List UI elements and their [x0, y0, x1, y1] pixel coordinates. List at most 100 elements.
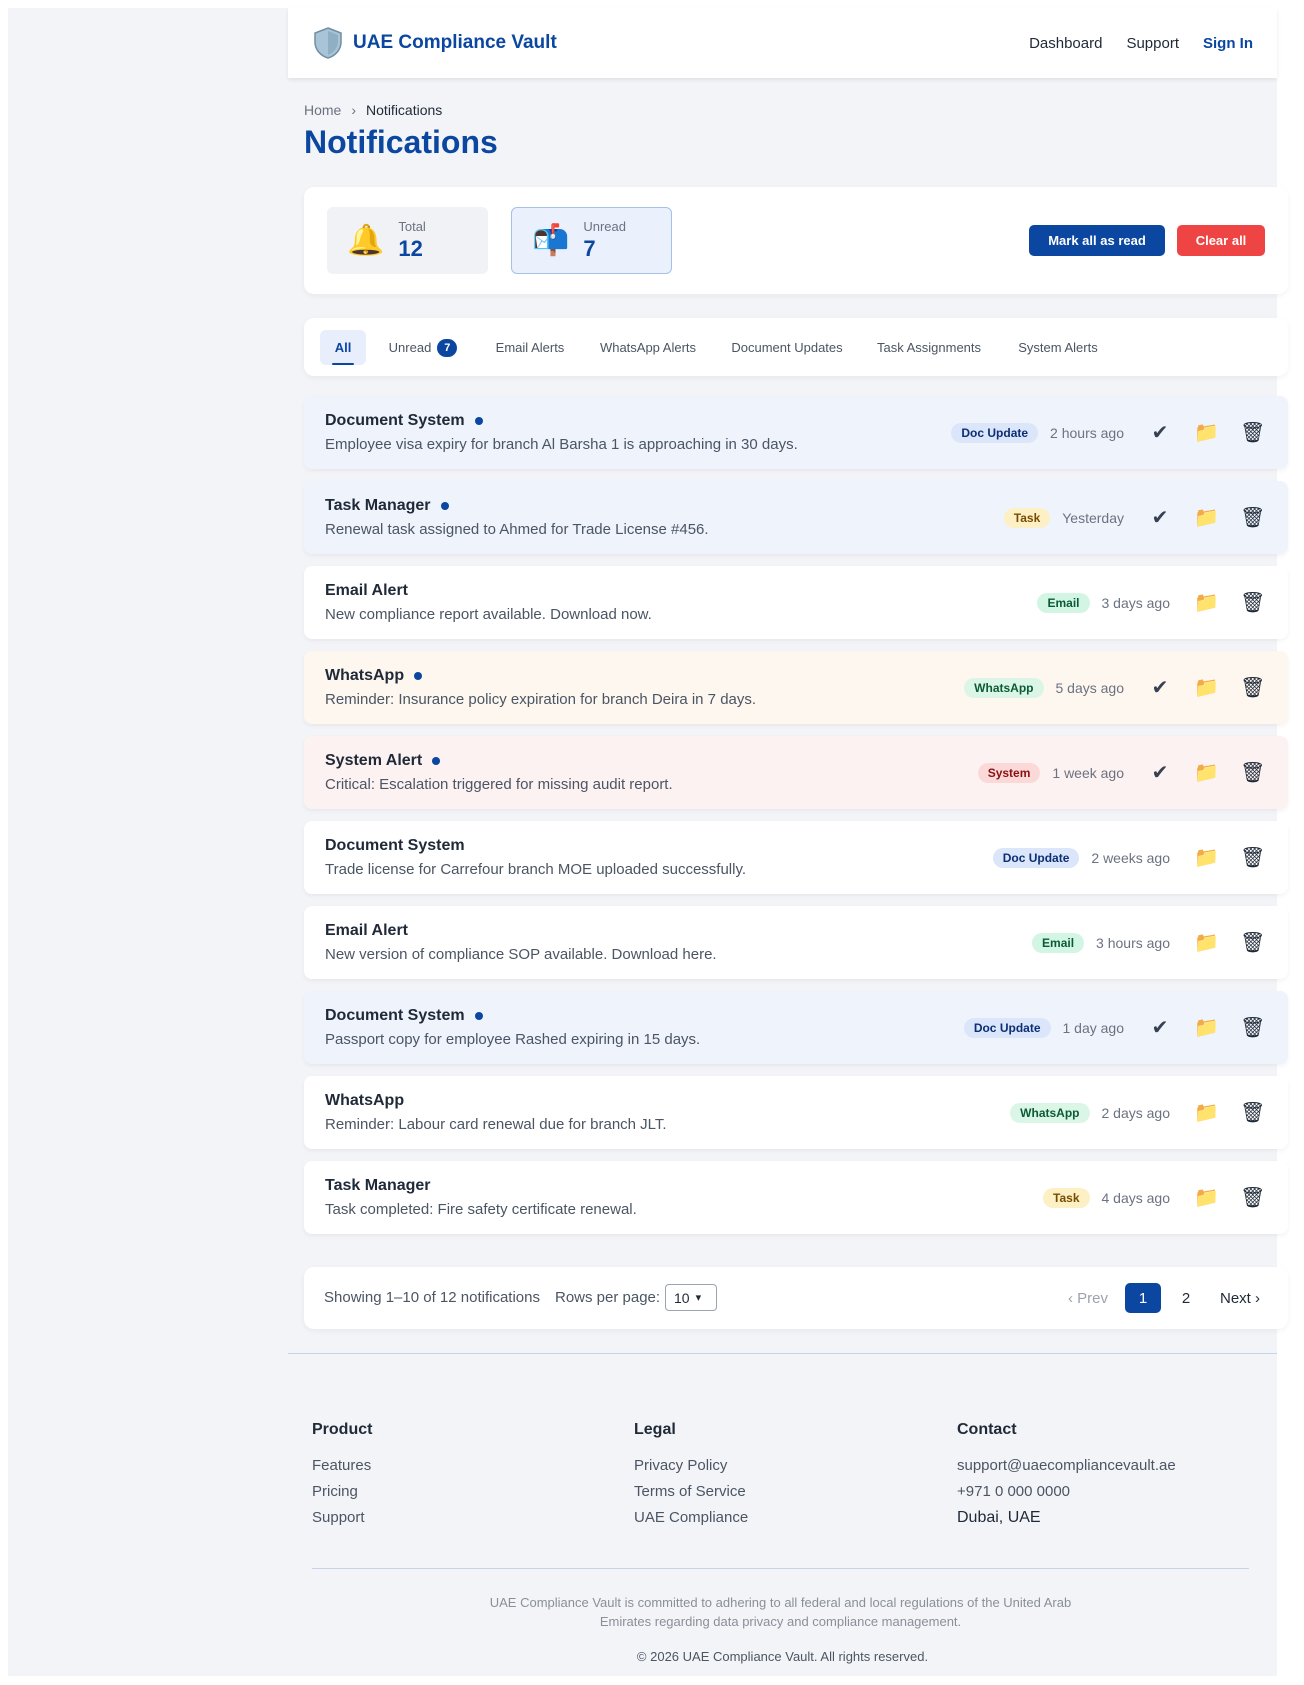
trash-icon[interactable]: 🗑: [1240, 678, 1265, 698]
unread-dot: [474, 1012, 483, 1020]
tab-document-updates-label: Document Updates: [731, 340, 843, 355]
check-icon[interactable]: ✔: [1148, 423, 1172, 443]
tab-unread[interactable]: Unread 7: [378, 330, 468, 365]
breadcrumb-current: Notifications: [366, 102, 443, 118]
trash-icon[interactable]: 🗑: [1240, 1103, 1265, 1123]
footer-link-pricing[interactable]: Pricing: [312, 1483, 372, 1500]
footer-link-terms[interactable]: Terms of Service: [634, 1483, 748, 1500]
footer-link-features[interactable]: Features: [312, 1457, 372, 1474]
notification-message: Renewal task assigned to Ahmed for Trade…: [325, 521, 709, 538]
copyright: © 2026 UAE Compliance Vault. All rights …: [636, 1649, 929, 1664]
footer-product-heading: Product: [312, 1421, 373, 1438]
tab-whatsapp-alerts-label: WhatsApp Alerts: [599, 340, 697, 355]
rows-per-page-select[interactable]: 10 ▾: [665, 1284, 717, 1311]
notification-row[interactable]: Email Alert New compliance report availa…: [304, 566, 1288, 639]
notification-title-wrap: Task Manager: [325, 497, 449, 515]
notification-time: 3 hours ago: [1096, 934, 1170, 951]
mailbox-icon: 📬: [532, 223, 570, 257]
notification-row[interactable]: WhatsApp Reminder: Insurance policy expi…: [304, 651, 1288, 724]
footer-compliance-note: UAE Compliance Vault is committed to adh…: [489, 1595, 1072, 1629]
footer-divider: [288, 1353, 1277, 1354]
notification-row[interactable]: Document System Trade license for Carref…: [304, 821, 1288, 894]
footer-link-uae-compliance[interactable]: UAE Compliance: [634, 1509, 748, 1526]
tab-all[interactable]: All: [320, 330, 366, 365]
notification-title: Document System: [325, 412, 465, 429]
tab-system-alerts-label: System Alerts: [1018, 340, 1098, 355]
notification-time: 1 week ago: [1052, 764, 1124, 781]
trash-icon[interactable]: 🗑: [1240, 593, 1265, 613]
breadcrumb-home[interactable]: Home: [304, 102, 341, 118]
tab-whatsapp-alerts[interactable]: WhatsApp Alerts: [591, 330, 705, 365]
notification-meta: Doc Update 1 day ago ✔ 📁 🗑: [963, 991, 1265, 1064]
notification-meta: WhatsApp 5 days ago ✔ 📁 🗑: [964, 651, 1265, 724]
folder-icon[interactable]: 📁: [1194, 678, 1219, 698]
tab-document-updates[interactable]: Document Updates: [722, 330, 852, 365]
sign-in-link[interactable]: Sign In: [1203, 35, 1253, 52]
chevron-down-icon: ▾: [695, 1292, 702, 1304]
main-content: UAE Compliance Vault Dashboard Support S…: [288, 8, 1288, 1676]
notification-message: Task completed: Fire safety certificate …: [325, 1201, 637, 1218]
check-icon[interactable]: ✔: [1148, 1018, 1172, 1038]
page-title: Notifications: [304, 124, 498, 160]
page-2-button[interactable]: 2: [1171, 1283, 1201, 1313]
notification-title: Email Alert: [325, 582, 408, 599]
unread-dot: [440, 502, 449, 510]
trash-icon[interactable]: 🗑: [1240, 423, 1265, 443]
trash-icon[interactable]: 🗑: [1240, 848, 1265, 868]
next-page-button[interactable]: Next ›: [1215, 1283, 1265, 1313]
notification-message: Employee visa expiry for branch Al Barsh…: [325, 436, 798, 453]
unread-count-badge: 7: [437, 338, 458, 357]
folder-icon[interactable]: 📁: [1194, 593, 1219, 613]
notification-time: Yesterday: [1062, 509, 1124, 526]
category-badge: WhatsApp: [1010, 1102, 1090, 1123]
folder-icon[interactable]: 📁: [1194, 933, 1219, 953]
notification-meta: Email 3 days ago 📁 🗑: [1037, 566, 1265, 639]
notification-row[interactable]: System Alert Critical: Escalation trigge…: [304, 736, 1288, 809]
notification-title-wrap: Email Alert: [325, 922, 408, 940]
folder-icon[interactable]: 📁: [1194, 848, 1219, 868]
trash-icon[interactable]: 🗑: [1240, 933, 1265, 953]
footer-link-privacy[interactable]: Privacy Policy: [634, 1457, 748, 1474]
folder-icon[interactable]: 📁: [1194, 1018, 1219, 1038]
breadcrumb-separator: ›: [351, 102, 357, 118]
nav-dashboard-link[interactable]: Dashboard: [1029, 35, 1102, 52]
footer-link-support[interactable]: Support: [312, 1509, 372, 1526]
footer-legal: Legal Privacy Policy Terms of Service UA…: [634, 1421, 748, 1535]
notification-row[interactable]: Document System Passport copy for employ…: [304, 991, 1288, 1064]
trash-icon[interactable]: 🗑: [1240, 763, 1265, 783]
contact-email[interactable]: support@uaecompliancevault.ae: [957, 1457, 1176, 1474]
notification-row[interactable]: Task Manager Renewal task assigned to Ah…: [304, 481, 1288, 554]
notification-message: Trade license for Carrefour branch MOE u…: [325, 861, 747, 878]
nav-support-link[interactable]: Support: [1126, 35, 1179, 52]
check-icon[interactable]: ✔: [1148, 508, 1172, 528]
folder-icon[interactable]: 📁: [1194, 423, 1219, 443]
prev-page-button[interactable]: ‹ Prev: [1064, 1283, 1112, 1313]
notification-row[interactable]: WhatsApp Reminder: Labour card renewal d…: [304, 1076, 1288, 1149]
footer-contact-heading: Contact: [957, 1421, 1017, 1438]
folder-icon[interactable]: 📁: [1194, 1103, 1219, 1123]
tab-system-alerts[interactable]: System Alerts: [1007, 330, 1109, 365]
notification-row[interactable]: Document System Employee visa expiry for…: [304, 396, 1288, 469]
clear-all-button[interactable]: Clear all: [1177, 225, 1265, 256]
unread-dot: [414, 672, 423, 680]
notification-row[interactable]: Task Manager Task completed: Fire safety…: [304, 1161, 1288, 1234]
trash-icon[interactable]: 🗑: [1240, 1018, 1265, 1038]
tab-task-assignments[interactable]: Task Assignments: [867, 330, 991, 365]
page-1-button[interactable]: 1: [1125, 1283, 1161, 1313]
contact-phone: +971 0 000 0000: [957, 1483, 1071, 1500]
notification-message: Passport copy for employee Rashed expiri…: [325, 1031, 701, 1048]
brand[interactable]: UAE Compliance Vault: [313, 27, 557, 59]
folder-icon[interactable]: 📁: [1194, 508, 1219, 528]
folder-icon[interactable]: 📁: [1194, 1188, 1219, 1208]
category-badge: Email: [1032, 932, 1085, 953]
trash-icon[interactable]: 🗑: [1240, 508, 1265, 528]
mark-all-read-button[interactable]: Mark all as read: [1029, 225, 1165, 256]
notification-meta: Doc Update 2 weeks ago 📁 🗑: [992, 821, 1265, 894]
folder-icon[interactable]: 📁: [1194, 763, 1219, 783]
check-icon[interactable]: ✔: [1148, 763, 1172, 783]
check-icon[interactable]: ✔: [1148, 678, 1172, 698]
pagination-bar: Showing 1–10 of 12 notifications Rows pe…: [304, 1267, 1288, 1329]
notification-row[interactable]: Email Alert New version of compliance SO…: [304, 906, 1288, 979]
tab-email-alerts[interactable]: Email Alerts: [484, 330, 576, 365]
trash-icon[interactable]: 🗑: [1240, 1188, 1265, 1208]
